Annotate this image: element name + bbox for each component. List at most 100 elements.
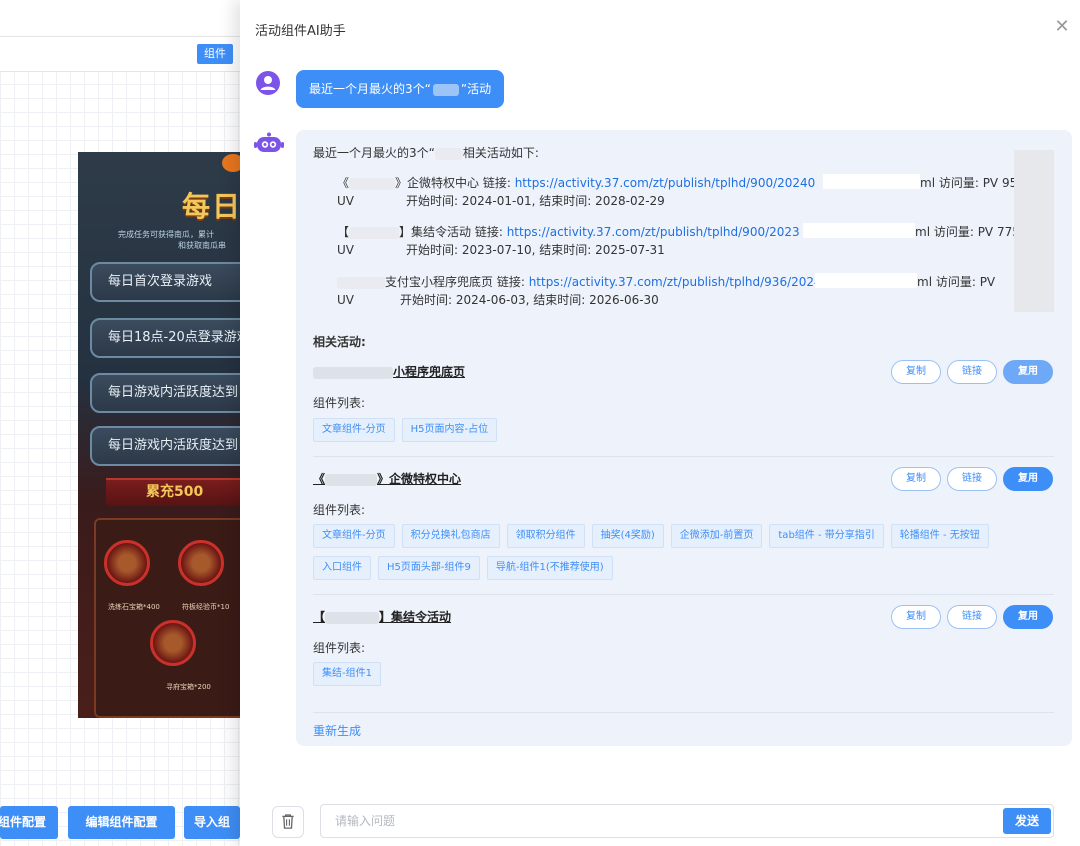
activity-dates: 开始时间: 2023-07-10, 结束时间: 2025-07-31 bbox=[406, 243, 665, 257]
component-tag[interactable]: H5页面内容-占位 bbox=[401, 418, 498, 442]
poster-banner-text: 累充500 bbox=[146, 484, 204, 500]
item-box-icon bbox=[178, 540, 224, 586]
gift-label: 符板经验币*10 bbox=[182, 603, 230, 611]
link-button[interactable]: 链接 bbox=[947, 467, 997, 491]
redacted-mask bbox=[803, 223, 915, 238]
poster-banner: 累充500 bbox=[106, 478, 240, 506]
component-tag[interactable]: 积分兑换礼包商店 bbox=[401, 524, 500, 548]
activity-link[interactable]: https://activity.37.com/zt/publish/tplhd… bbox=[529, 275, 850, 289]
copy-button[interactable]: 复制 bbox=[891, 467, 941, 491]
activity-name: 】集结令活动 链接: bbox=[399, 225, 507, 239]
group-actions: 复制 链接 复用 bbox=[885, 360, 1053, 384]
component-tab[interactable]: 组件 bbox=[197, 44, 233, 64]
related-activity-name[interactable]: 【 】集结令活动 bbox=[313, 608, 451, 625]
copy-button[interactable]: 复制 bbox=[891, 360, 941, 384]
drawer-title: 活动组件AI助手 bbox=[255, 24, 346, 39]
pumpkin-icon bbox=[222, 154, 240, 172]
link-button[interactable]: 链接 bbox=[947, 605, 997, 629]
component-list-label: 组件列表: bbox=[313, 641, 366, 655]
group-divider bbox=[313, 456, 1054, 457]
component-tag[interactable]: 入口组件 bbox=[313, 556, 371, 580]
redacted-mask bbox=[815, 273, 917, 288]
component-tag[interactable]: 导航-组件1(不推荐使用) bbox=[486, 556, 613, 580]
activity-dates: 开始时间: 2024-06-03, 结束时间: 2026-06-30 bbox=[400, 293, 659, 307]
reuse-button[interactable]: 复用 bbox=[1003, 467, 1053, 491]
related-activity-prefix: 《 bbox=[313, 472, 326, 486]
activity-poster-preview[interactable]: 每日 完成任务可获得南瓜，累计 和获取南瓜串 每日首次登录游戏 每日18点-20… bbox=[78, 152, 240, 718]
edit-component-config-button[interactable]: 编辑组件配置 bbox=[68, 806, 175, 839]
copy-button[interactable]: 复制 bbox=[891, 605, 941, 629]
activity-line: 【 】集结令活动 链接: https://activity.37.com/zt/p… bbox=[337, 223, 800, 240]
activity-name: 支付宝小程序兜底页 链接: bbox=[385, 275, 529, 289]
question-input[interactable] bbox=[321, 805, 1001, 837]
activity-stats: ml 访问量: PV 7758 bbox=[915, 225, 1028, 239]
import-button[interactable]: 导入组 bbox=[184, 806, 240, 839]
bot-intro-text: 最近一个月最火的3个“ 相关活动如下: bbox=[313, 144, 539, 161]
related-activity-name[interactable]: 小程序兜底页 bbox=[313, 363, 465, 380]
scroll-overlay bbox=[1014, 150, 1054, 312]
redacted-mask bbox=[360, 295, 394, 307]
related-activity-prefix: 【 bbox=[313, 610, 326, 624]
reuse-button[interactable]: 复用 bbox=[1003, 605, 1053, 629]
uv-label: UV bbox=[337, 243, 354, 257]
redacted-mask bbox=[325, 473, 378, 486]
component-list-label: 组件列表: bbox=[313, 396, 366, 410]
clear-history-button[interactable] bbox=[272, 806, 304, 838]
related-activity-title: 】集结令活动 bbox=[379, 610, 452, 624]
component-tag[interactable]: 集结-组件1 bbox=[313, 662, 381, 686]
redacted-mask bbox=[337, 276, 385, 289]
component-tag-list: 文章组件-分页 积分兑换礼包商店 领取积分组件 抽奖(4奖励) 企微添加-前置页 tab组… bbox=[313, 524, 1053, 588]
component-tag[interactable]: tab组件 - 带分享指引 bbox=[769, 524, 884, 548]
question-input-wrapper: 发送 bbox=[320, 804, 1054, 838]
poster-gift-panel: 洗练石宝箱*400 符板经验币*10 寻府宝箱*200 bbox=[94, 518, 240, 718]
redacted-mask bbox=[349, 177, 396, 190]
gift-label: 洗练石宝箱*400 bbox=[108, 603, 160, 611]
component-tag[interactable]: H5页面头部-组件9 bbox=[378, 556, 480, 580]
uv-label: UV bbox=[337, 194, 354, 208]
bot-avatar-icon bbox=[254, 132, 284, 152]
group-divider bbox=[313, 712, 1054, 713]
component-tag[interactable]: 领取积分组件 bbox=[506, 524, 585, 548]
related-activity-name[interactable]: 《 》企微特权中心 bbox=[313, 470, 461, 487]
poster-title: 每日 bbox=[182, 190, 240, 223]
component-list-label: 组件列表: bbox=[313, 503, 366, 517]
treasure-chest-icon bbox=[104, 540, 150, 586]
user-message-text: 最近一个月最火的3个“ bbox=[309, 82, 431, 96]
component-tag[interactable]: 企微添加-前置页 bbox=[670, 524, 763, 548]
component-tag[interactable]: 文章组件-分页 bbox=[313, 524, 395, 548]
redacted-mask bbox=[432, 83, 459, 96]
user-message-text: ”活动 bbox=[460, 82, 492, 96]
related-activity-title: 》企微特权中心 bbox=[377, 472, 462, 486]
component-config-button[interactable]: 组件配置 bbox=[0, 806, 58, 839]
link-button[interactable]: 链接 bbox=[947, 360, 997, 384]
close-icon[interactable]: ✕ bbox=[1052, 17, 1072, 37]
related-activities-title: 相关活动: bbox=[313, 335, 366, 349]
activity-stats: ml 访问量: PV 95 bbox=[920, 176, 1018, 190]
activity-prefix: 【 bbox=[337, 225, 350, 239]
activity-prefix: 《 bbox=[337, 176, 350, 190]
redacted-mask bbox=[360, 196, 400, 208]
bot-intro-suffix: 相关活动如下: bbox=[462, 146, 539, 160]
component-tag[interactable]: 轮播组件 - 无按钮 bbox=[890, 524, 989, 548]
component-tag-list: 文章组件-分页 H5页面内容-占位 bbox=[313, 418, 504, 450]
activity-link[interactable]: https://activity.37.com/zt/publish/tplhd… bbox=[515, 176, 816, 190]
bot-intro-prefix: 最近一个月最火的3个“ bbox=[313, 146, 435, 160]
regenerate-link[interactable]: 重新生成 bbox=[313, 722, 361, 739]
group-divider bbox=[313, 594, 1054, 595]
poster-subtitle: 和获取南瓜串 bbox=[178, 241, 226, 250]
component-tag[interactable]: 文章组件-分页 bbox=[313, 418, 395, 442]
redacted-mask bbox=[434, 147, 463, 160]
group-actions: 复制 链接 复用 bbox=[885, 605, 1053, 629]
send-button[interactable]: 发送 bbox=[1003, 808, 1051, 834]
user-avatar-icon bbox=[256, 71, 280, 95]
activity-dates-line: UV 开始时间: 2024-06-03, 结束时间: 2026-06-30 bbox=[337, 291, 659, 308]
redacted-mask bbox=[360, 245, 400, 257]
ai-assistant-drawer: 活动组件AI助手 ✕ 最近一个月最火的3个“ ”活动 最近一个月最火的3个“ 相关活… bbox=[240, 0, 1080, 846]
activity-link[interactable]: https://activity.37.com/zt/publish/tplhd… bbox=[507, 225, 800, 239]
related-activity-title: 小程序兜底页 bbox=[393, 365, 466, 379]
redacted-mask bbox=[349, 226, 400, 239]
component-tag[interactable]: 抽奖(4奖励) bbox=[591, 524, 664, 548]
bot-response-card: 最近一个月最火的3个“ 相关活动如下: 《 》企微特权中心 链接: https://… bbox=[296, 130, 1072, 746]
poster-task: 每日首次登录游戏 bbox=[90, 262, 240, 302]
reuse-button[interactable]: 复用 bbox=[1003, 360, 1053, 384]
